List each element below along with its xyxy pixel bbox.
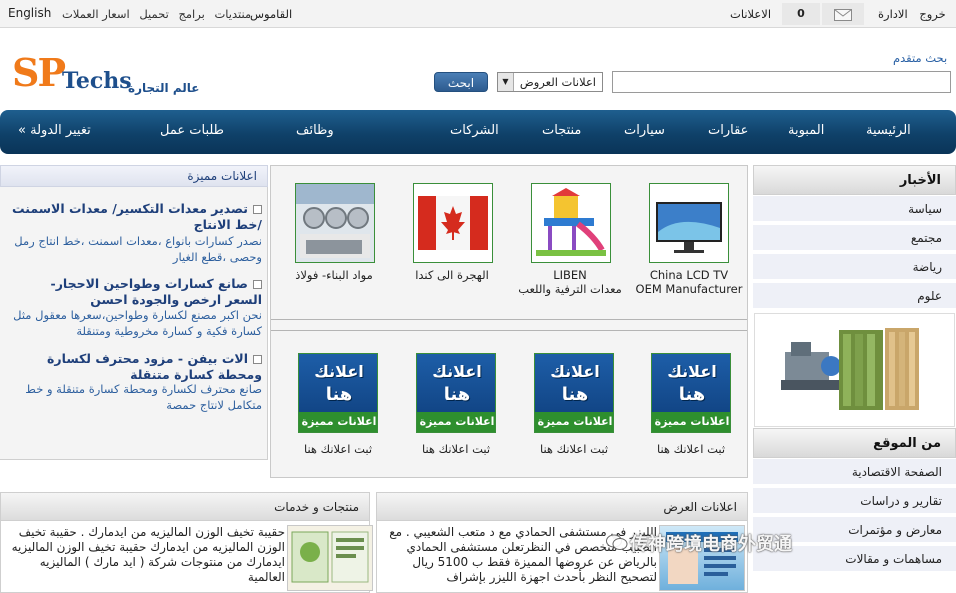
nav-home[interactable]: الرئيسية [866, 123, 911, 138]
tv-caption-line2: OEM Manufacturer [635, 282, 743, 296]
ad-placeholder-band: اعلانات مميزة [299, 412, 377, 432]
logout-link[interactable]: خروج [919, 7, 945, 21]
featured-item-3-title[interactable]: الات بيفن - مزود محترف لكسارة ومحطة كسار… [12, 351, 262, 383]
playground-caption-line1: LIBEN [553, 268, 587, 282]
ad-placeholder-line1: اعلانك [667, 362, 717, 381]
tv-thumbnail[interactable] [649, 183, 729, 263]
top-bar: English منتديات برامج تحميل اسعار العملا… [0, 0, 956, 28]
featured-item-1-title[interactable]: تصدير معدات التكسير/ معدات الاسمنت /خط ا… [12, 201, 262, 233]
playground-caption[interactable]: LIBEN معدات الترفية واللعب [505, 268, 635, 296]
ad-placeholder-4[interactable]: اعلانك هنا اعلانات مميزة [298, 353, 378, 433]
news-item-society[interactable]: مجتمع [753, 225, 956, 252]
news-item-sports[interactable]: رياضة [753, 254, 956, 281]
search-button[interactable]: ابحث [434, 72, 488, 92]
grid-divider-bottom [271, 330, 747, 331]
offers-heading: اعلانات العرض [377, 493, 747, 521]
featured-ads-grid: China LCD TV OEM Manufacturer LIBEN معدا… [270, 165, 748, 478]
featured-item-1-desc: نصدر كسارات بانواع ،معدات اسمنت ،خط انتا… [14, 234, 262, 264]
top-link-download[interactable]: تحميل [139, 7, 168, 21]
top-link-programs[interactable]: برامج [178, 7, 204, 21]
search-input[interactable] [612, 71, 951, 93]
top-links: منتديات برامج تحميل اسعار العملات [56, 7, 251, 21]
products-heading: منتجات و خدمات [1, 493, 369, 521]
products-panel: منتجات و خدمات حقيبة تخيف الوزن الماليزي… [0, 492, 373, 593]
pellet-machine-image[interactable] [754, 313, 955, 427]
ad-placeholder-caption-3[interactable]: ثبت اعلانك هنا [391, 442, 521, 456]
ad-placeholder-line1: اعلانك [314, 362, 364, 381]
ad-placeholder-caption-4[interactable]: ثبت اعلانك هنا [273, 442, 403, 456]
search-category-select[interactable]: اعلانات العروض ▼ [497, 72, 603, 92]
ad-placeholder-line1: اعلانك [550, 362, 600, 381]
logo-techs: Techs [62, 68, 132, 94]
steel-caption[interactable]: مواد البناء- فولاذ [269, 268, 399, 282]
canada-caption[interactable]: الهجرة الى كندا [387, 268, 517, 282]
nav-jobs[interactable]: وظائف [296, 123, 334, 138]
ad-placeholder-line2: هنا [325, 384, 353, 405]
search-category-value: اعلانات العروض [519, 75, 596, 89]
watermark-text: 传神跨境电商外贸通 [630, 534, 792, 555]
top-link-currency[interactable]: اسعار العملات [62, 7, 130, 21]
ad-placeholder-band: اعلانات مميزة [417, 412, 495, 432]
grid-divider-top [271, 319, 747, 320]
ad-placeholder-band: اعلانات مميزة [652, 412, 730, 432]
site-logo[interactable]: SP Techs عالم التجارة [12, 50, 212, 100]
canada-flag-thumbnail[interactable] [413, 183, 493, 263]
logo-sp: SP [12, 50, 66, 95]
logo-tagline: عالم التجارة [128, 81, 200, 95]
ad-placeholder-caption-2[interactable]: ثبت اعلانك هنا [509, 442, 639, 456]
featured-list-heading: اعلانات مميزة [0, 165, 268, 187]
nav-products[interactable]: منتجات [542, 123, 581, 138]
featured-item-2-title[interactable]: صانع كسارات وطواحين الاحجار- السعر ارخص … [12, 276, 262, 308]
pellet-machine-picture [781, 328, 919, 410]
nav-cars[interactable]: سيارات [624, 123, 665, 138]
chevron-down-icon: ▼ [498, 73, 514, 91]
news-heading: الأخبار [753, 165, 956, 195]
news-item-politics[interactable]: سياسة [753, 196, 956, 223]
nav-classified[interactable]: المبوبة [788, 123, 824, 138]
products-text[interactable]: حقيبة تخيف الوزن الماليزيه من ايدمارك . … [5, 525, 285, 585]
featured-item-3-desc: صانع محترف لكسارة ومحطة كسارة متنقلة و خ… [25, 382, 262, 412]
advanced-search-link[interactable]: بحث متقدم [893, 51, 947, 65]
language-switch-link[interactable]: English [8, 6, 51, 20]
admin-link[interactable]: الادارة [878, 7, 908, 21]
site-item-reports[interactable]: تقارير و دراسات [753, 488, 956, 515]
ad-placeholder-2[interactable]: اعلانك هنا اعلانات مميزة [534, 353, 614, 433]
ad-placeholder-line2: هنا [678, 384, 706, 405]
nav-job-requests[interactable]: طلبات عمل [160, 123, 224, 138]
bullet-icon [253, 280, 262, 289]
tv-caption-line1: China LCD TV [649, 268, 729, 282]
ad-placeholder-caption-1[interactable]: ثبت اعلانك هنا [626, 442, 756, 456]
playground-thumbnail[interactable] [531, 183, 611, 263]
ad-placeholder-line1: اعلانك [432, 362, 482, 381]
nav-change-country[interactable]: « تغيير الدولة [18, 123, 91, 138]
ad-placeholder-line2: هنا [561, 384, 589, 405]
nav-realestate[interactable]: عقارات [708, 123, 748, 138]
bullet-icon [253, 205, 262, 214]
steel-pipes-thumbnail[interactable] [295, 183, 375, 263]
nav-companies[interactable]: الشركات [450, 123, 499, 138]
mail-icon [834, 9, 852, 21]
main-nav: الرئيسية المبوبة عقارات سيارات منتجات ال… [0, 110, 956, 154]
featured-item-2-desc: نحن اكبر مصنع لكسارة وطواحين،سعرها معقول… [13, 308, 262, 338]
right-sidebar: الأخبار سياسة مجتمع رياضة علوم من الموقع… [753, 165, 956, 593]
top-link-dictionary[interactable]: القاموس [250, 7, 292, 21]
ad-placeholder-1[interactable]: اعلانك هنا اعلانات مميزة [651, 353, 731, 433]
featured-list: اعلانات مميزة تصدير معدات التكسير/ معدات… [0, 165, 268, 460]
products-image[interactable] [287, 525, 373, 591]
tv-caption[interactable]: China LCD TV OEM Manufacturer [624, 268, 754, 296]
site-heading: من الموقع [753, 428, 956, 458]
site-item-economy[interactable]: الصفحة الاقتصادية [753, 459, 956, 486]
ad-placeholder-line2: هنا [443, 384, 471, 405]
playground-caption-line2: معدات الترفية واللعب [518, 282, 622, 296]
news-item-science[interactable]: علوم [753, 283, 956, 310]
wechat-icon [606, 534, 628, 550]
top-link-ads[interactable]: الاعلانات [730, 7, 771, 21]
top-link-forums[interactable]: منتديات [214, 7, 251, 21]
admin-links: خروج الادارة [870, 7, 946, 21]
bullet-icon [253, 355, 262, 364]
mail-button[interactable] [822, 3, 864, 25]
ads-count-badge: 0 [782, 3, 820, 25]
ad-placeholder-band: اعلانات مميزة [535, 412, 613, 432]
ad-placeholder-3[interactable]: اعلانك هنا اعلانات مميزة [416, 353, 496, 433]
